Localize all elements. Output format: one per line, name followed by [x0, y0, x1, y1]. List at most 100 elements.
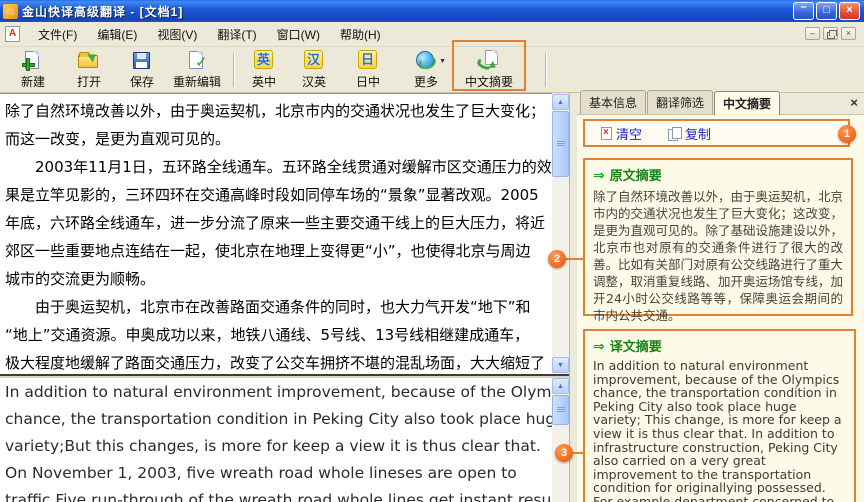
panel-tab-bar: 基本信息 翻译筛选 中文摘要 ×: [577, 93, 864, 115]
source-scrollbar-thumb[interactable]: [552, 111, 569, 177]
translate-en-cn-button[interactable]: 英 英中: [241, 50, 287, 90]
toolbar-separator: [545, 53, 546, 87]
clear-button[interactable]: × 清空: [601, 124, 642, 143]
child-close-button[interactable]: ×: [841, 27, 856, 40]
source-line: 城市的交流更为顺畅。: [0, 265, 552, 293]
source-line: 郊区一些重要地点连结在一起，使北京在地理上变得更“小”，也使得北京与周边: [0, 237, 552, 265]
toolbar: 新建 打开 保存 ✓ 重新编辑 英 英中 汉: [0, 47, 864, 93]
minimize-button[interactable]: –: [793, 2, 814, 20]
source-line: 而这一改变，是更为直观可见的。: [0, 125, 552, 153]
reedit-button[interactable]: ✓ 重新编辑: [166, 50, 228, 90]
source-line: 除了自然环境改善以外，由于奥运契机，北京市内的交通状况也发生了巨大变化；: [0, 97, 552, 125]
translation-line: In addition to natural environment impro…: [0, 379, 552, 406]
title-bar: 金山快译高级翻译 - [文档1] – □ ×: [0, 0, 864, 22]
menu-file[interactable]: 文件(F): [28, 23, 87, 46]
globe-icon: ▼: [414, 50, 438, 72]
translation-line: chance, the transportation condition in …: [0, 406, 552, 433]
chinese-summary-button[interactable]: 中文摘要: [456, 50, 522, 90]
save-button-label: 保存: [119, 73, 165, 90]
translate-cn-en-icon: 汉: [302, 50, 326, 72]
menu-bar: A 文件(F) 编辑(E) 视图(V) 翻译(T) 窗口(W) 帮助(H) – …: [0, 22, 864, 47]
copy-button[interactable]: 复制: [668, 124, 711, 143]
translation-pane-scrollbar[interactable]: ▲: [552, 378, 569, 502]
new-button[interactable]: 新建: [8, 50, 58, 90]
maximize-icon: □: [823, 4, 830, 16]
translate-cn-en-button[interactable]: 汉 汉英: [291, 50, 337, 90]
source-line: 年底，六环路全线通车，进一步分流了原来一些主要交通干线上的巨大压力，将近: [0, 209, 552, 237]
window-title: 金山快译高级翻译 - [文档1]: [22, 3, 183, 20]
source-pane-scrollbar[interactable]: ▲ ▼: [552, 94, 569, 374]
translation-summary-text: In addition to natural environment impro…: [593, 359, 846, 502]
app-logo-icon: [3, 4, 18, 19]
reedit-icon: ✓: [185, 50, 209, 72]
child-minimize-button[interactable]: –: [805, 27, 820, 40]
maximize-button[interactable]: □: [816, 2, 837, 20]
open-button[interactable]: 打开: [64, 50, 114, 90]
translation-line: On November 1, 2003, five wreath road wh…: [0, 460, 552, 487]
toolbar-separator: [233, 53, 234, 87]
annotation-connector-2: [565, 258, 583, 260]
menu-window[interactable]: 窗口(W): [267, 23, 330, 46]
tab-translation-filter[interactable]: 翻译筛选: [647, 90, 713, 114]
annotation-badge-1: 1: [838, 125, 856, 143]
translation-line: traffic.Five run-through of the wreath r…: [0, 487, 552, 502]
save-button[interactable]: 保存: [119, 50, 165, 90]
source-text-pane[interactable]: 除了自然环境改善以外，由于奥运契机，北京市内的交通状况也发生了巨大变化； 而这一…: [0, 93, 552, 374]
summary-actions-box: × 清空 复制: [583, 119, 850, 147]
new-document-icon: [21, 50, 45, 72]
green-arrow-icon: ⇒: [593, 168, 605, 182]
close-icon: ×: [846, 4, 852, 16]
menu-view[interactable]: 视图(V): [147, 23, 207, 46]
panel-divider: [569, 93, 577, 502]
close-button[interactable]: ×: [839, 2, 860, 20]
scroll-down-icon[interactable]: ▼: [552, 357, 569, 373]
annotation-badge-2: 2: [548, 250, 566, 268]
source-line: 2003年11月1日，五环路全线通车。五环路全线贯通对缓解市区交通压力的效: [0, 153, 552, 181]
summary-side-panel: 基本信息 翻译筛选 中文摘要 × × 清空 复制 ⇒ 原文摘要 除了自然环境改善…: [577, 93, 864, 502]
panel-close-icon[interactable]: ×: [850, 96, 858, 110]
menu-edit[interactable]: 编辑(E): [87, 23, 147, 46]
translate-en-cn-icon: 英: [252, 50, 276, 72]
chinese-summary-label: 中文摘要: [456, 73, 522, 90]
source-summary-box: ⇒ 原文摘要 除了自然环境改善以外，由于奥运契机，北京市内的交通状况也发生了巨大…: [583, 158, 853, 316]
chinese-summary-icon: [477, 50, 501, 72]
source-summary-title: 原文摘要: [610, 165, 662, 184]
translate-jp-cn-icon: 日: [356, 50, 380, 72]
translation-line: variety;But this changes, is more for ke…: [0, 433, 552, 460]
jp-cn-label: 日中: [345, 73, 391, 90]
translation-scrollbar-thumb[interactable]: [552, 395, 569, 425]
source-summary-text: 除了自然环境改善以外，由于奥运契机，北京市内的交通状况也发生了巨大变化；这改变，…: [593, 188, 843, 324]
translation-text-pane[interactable]: In addition to natural environment impro…: [0, 378, 552, 502]
more-button-label: 更多: [403, 73, 449, 90]
source-line: 极大程度地缓解了路面交通压力，改变了公交车拥挤不堪的混乱场面，大大缩短了: [0, 349, 552, 374]
open-button-label: 打开: [64, 73, 114, 90]
copy-button-label: 复制: [685, 124, 711, 143]
minimize-icon: –: [800, 0, 806, 15]
clear-button-label: 清空: [616, 124, 642, 143]
tab-basic-info[interactable]: 基本信息: [580, 90, 646, 114]
more-translate-button[interactable]: ▼ 更多: [403, 50, 449, 90]
menu-help[interactable]: 帮助(H): [330, 23, 391, 46]
en-cn-label: 英中: [241, 73, 287, 90]
new-button-label: 新建: [8, 73, 58, 90]
scroll-up-icon[interactable]: ▲: [552, 94, 569, 110]
source-line: 由于奥运契机，北京市在改善路面交通条件的同时，也大力气开发“地下”和: [0, 293, 552, 321]
green-arrow-icon: ⇒: [593, 339, 605, 353]
translate-jp-cn-button[interactable]: 日 日中: [345, 50, 391, 90]
annotation-badge-3: 3: [555, 444, 573, 462]
reedit-button-label: 重新编辑: [166, 73, 228, 90]
tab-chinese-summary[interactable]: 中文摘要: [714, 91, 780, 115]
dropdown-arrow-icon: ▼: [439, 58, 446, 65]
copy-icon: [668, 127, 681, 140]
document-icon: A: [5, 26, 20, 42]
annotation-connector-3: [572, 452, 583, 454]
clear-icon: ×: [601, 127, 612, 140]
child-restore-button[interactable]: [823, 27, 838, 40]
source-line: “地上”交通资源。申奥成功以来，地铁八通线、5号线、13号线相继建成通车，: [0, 321, 552, 349]
translation-summary-box: ⇒ 译文摘要 In addition to natural environmen…: [583, 329, 856, 502]
app-window: 金山快译高级翻译 - [文档1] – □ × A 文件(F) 编辑(E) 视图(…: [0, 0, 864, 502]
source-line: 果是立竿见影的，三环四环在交通高峰时段如同停车场的“景象”显著改观。2005: [0, 181, 552, 209]
menu-translate[interactable]: 翻译(T): [207, 23, 266, 46]
scroll-up-icon[interactable]: ▲: [552, 378, 569, 394]
translation-summary-title: 译文摘要: [610, 336, 662, 355]
